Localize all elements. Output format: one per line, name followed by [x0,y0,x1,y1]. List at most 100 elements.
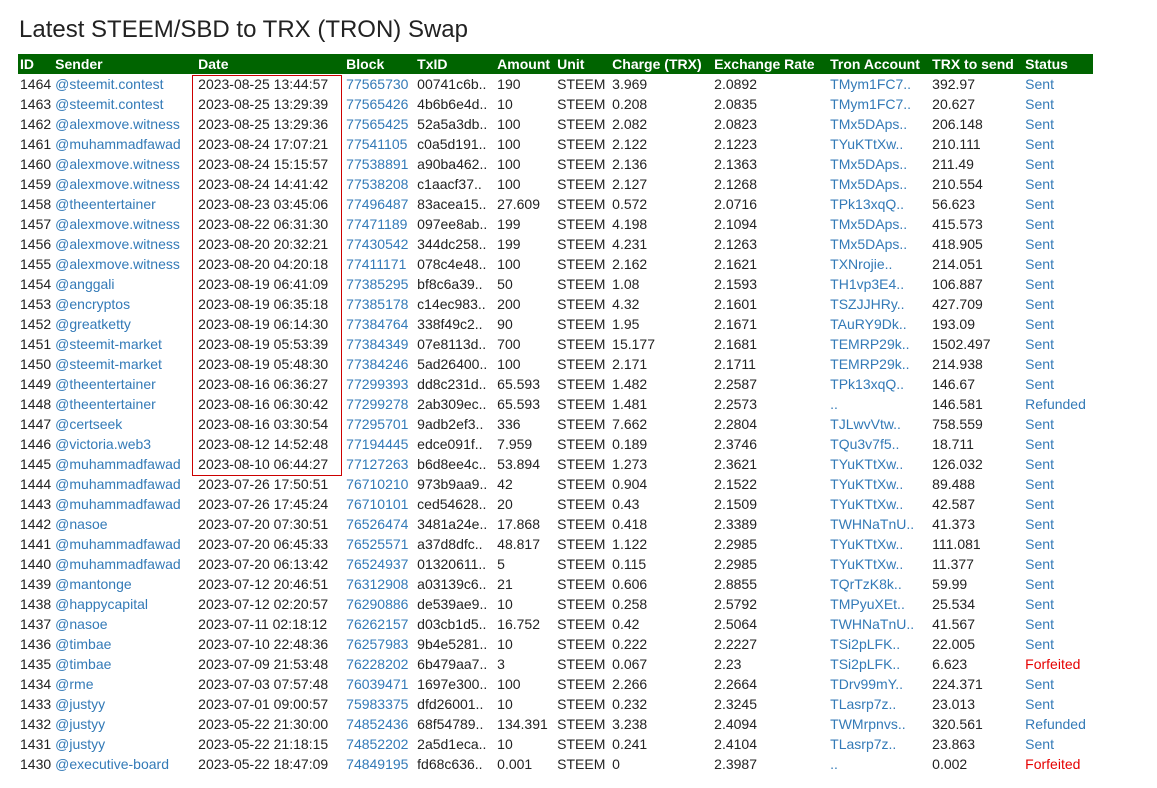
tron-account-link[interactable]: TMym1FC7.. [830,76,911,92]
sender-link[interactable]: @timbae [55,636,111,652]
block-link[interactable]: 74852202 [346,736,408,752]
tron-account-link[interactable]: TYuKTtXw.. [830,536,903,552]
block-link[interactable]: 77127263 [346,456,408,472]
tron-account-link[interactable]: TMx5DAps.. [830,216,907,232]
status-link[interactable]: Sent [1025,376,1054,392]
sender-link[interactable]: @timbae [55,656,111,672]
block-link[interactable]: 74849195 [346,756,408,772]
sender-link[interactable]: @steemit-market [55,336,162,352]
block-link[interactable]: 77384246 [346,356,408,372]
block-link[interactable]: 76228202 [346,656,408,672]
tron-account-link[interactable]: .. [830,396,838,412]
tron-account-link[interactable]: TMx5DAps.. [830,116,907,132]
block-link[interactable]: 77384764 [346,316,408,332]
block-link[interactable]: 76524937 [346,556,408,572]
sender-link[interactable]: @theentertainer [55,376,156,392]
tron-account-link[interactable]: TYuKTtXw.. [830,136,903,152]
tron-account-link[interactable]: TSZJJHRy.. [830,296,904,312]
status-link[interactable]: Sent [1025,476,1054,492]
status-link[interactable]: Sent [1025,496,1054,512]
tron-account-link[interactable]: .. [830,756,838,772]
tron-account-link[interactable]: TMym1FC7.. [830,96,911,112]
sender-link[interactable]: @victoria.web3 [55,436,151,452]
block-link[interactable]: 76526474 [346,516,408,532]
block-link[interactable]: 77565730 [346,76,408,92]
sender-link[interactable]: @mantonge [55,576,131,592]
status-link[interactable]: Forfeited [1025,756,1080,772]
sender-link[interactable]: @rme [55,676,93,692]
block-link[interactable]: 77299393 [346,376,408,392]
tron-account-link[interactable]: TDrv99mY.. [830,676,903,692]
status-link[interactable]: Sent [1025,296,1054,312]
block-link[interactable]: 76039471 [346,676,408,692]
tron-account-link[interactable]: TEMRP29k.. [830,336,909,352]
status-link[interactable]: Sent [1025,76,1054,92]
status-link[interactable]: Sent [1025,116,1054,132]
tron-account-link[interactable]: TPk13xqQ.. [830,196,904,212]
block-link[interactable]: 77538891 [346,156,408,172]
block-link[interactable]: 74852436 [346,716,408,732]
status-link[interactable]: Sent [1025,696,1054,712]
sender-link[interactable]: @muhammadfawad [55,536,181,552]
block-link[interactable]: 76290886 [346,596,408,612]
status-link[interactable]: Forfeited [1025,656,1080,672]
status-link[interactable]: Sent [1025,216,1054,232]
status-link[interactable]: Sent [1025,556,1054,572]
block-link[interactable]: 77385295 [346,276,408,292]
sender-link[interactable]: @justyy [55,736,105,752]
tron-account-link[interactable]: TMx5DAps.. [830,236,907,252]
block-link[interactable]: 76710210 [346,476,408,492]
sender-link[interactable]: @alexmove.witness [55,156,180,172]
tron-account-link[interactable]: TYuKTtXw.. [830,556,903,572]
status-link[interactable]: Sent [1025,136,1054,152]
block-link[interactable]: 76525571 [346,536,408,552]
block-link[interactable]: 77541105 [346,136,407,152]
tron-account-link[interactable]: TQrTzK8k.. [830,576,902,592]
tron-account-link[interactable]: TPk13xqQ.. [830,376,904,392]
sender-link[interactable]: @justyy [55,696,105,712]
sender-link[interactable]: @executive-board [55,756,169,772]
status-link[interactable]: Sent [1025,256,1054,272]
status-link[interactable]: Refunded [1025,716,1086,732]
status-link[interactable]: Sent [1025,356,1054,372]
tron-account-link[interactable]: TH1vp3E4.. [830,276,904,292]
block-link[interactable]: 77384349 [346,336,408,352]
status-link[interactable]: Sent [1025,736,1054,752]
tron-account-link[interactable]: TWMrpnvs.. [830,716,905,732]
sender-link[interactable]: @anggali [55,276,114,292]
status-link[interactable]: Sent [1025,616,1054,632]
tron-account-link[interactable]: TSi2pLFK.. [830,656,900,672]
block-link[interactable]: 76710101 [346,496,408,512]
tron-account-link[interactable]: TJLwvVtw.. [830,416,901,432]
sender-link[interactable]: @happycapital [55,596,148,612]
block-link[interactable]: 77471189 [346,216,407,232]
tron-account-link[interactable]: TMx5DAps.. [830,156,907,172]
status-link[interactable]: Refunded [1025,396,1086,412]
status-link[interactable]: Sent [1025,436,1054,452]
block-link[interactable]: 77385178 [346,296,408,312]
tron-account-link[interactable]: TMx5DAps.. [830,176,907,192]
block-link[interactable]: 77565425 [346,116,408,132]
sender-link[interactable]: @nasoe [55,516,107,532]
status-link[interactable]: Sent [1025,536,1054,552]
block-link[interactable]: 76257983 [346,636,408,652]
status-link[interactable]: Sent [1025,456,1054,472]
status-link[interactable]: Sent [1025,516,1054,532]
status-link[interactable]: Sent [1025,596,1054,612]
status-link[interactable]: Sent [1025,676,1054,692]
block-link[interactable]: 77194445 [346,436,408,452]
sender-link[interactable]: @alexmove.witness [55,116,180,132]
sender-link[interactable]: @muhammadfawad [55,476,181,492]
sender-link[interactable]: @certseek [55,416,122,432]
status-link[interactable]: Sent [1025,576,1054,592]
tron-account-link[interactable]: TAuRY9Dk.. [830,316,907,332]
block-link[interactable]: 77565426 [346,96,408,112]
tron-account-link[interactable]: TXNrojie.. [830,256,892,272]
status-link[interactable]: Sent [1025,276,1054,292]
tron-account-link[interactable]: TEMRP29k.. [830,356,909,372]
sender-link[interactable]: @muhammadfawad [55,456,181,472]
sender-link[interactable]: @steemit-market [55,356,162,372]
tron-account-link[interactable]: TYuKTtXw.. [830,496,903,512]
tron-account-link[interactable]: TWHNaTnU.. [830,516,914,532]
tron-account-link[interactable]: TYuKTtXw.. [830,476,903,492]
